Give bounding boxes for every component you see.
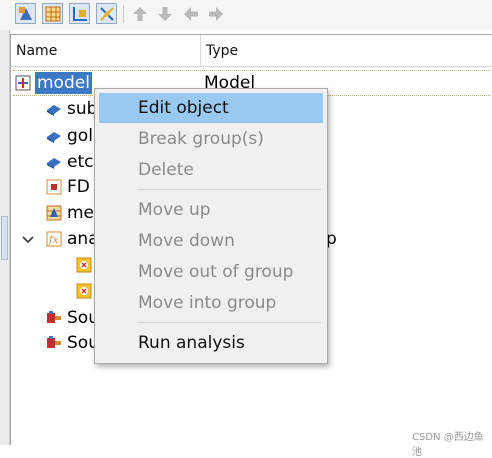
menu-item-move-down[interactable]: Move down	[99, 226, 323, 256]
model-icon	[15, 75, 31, 91]
menu-item-move-into-group[interactable]: Move into group	[99, 288, 323, 318]
toolbar-separator	[123, 5, 124, 23]
tree-row-label[interactable]: etc	[67, 152, 93, 172]
source-icon	[47, 336, 61, 348]
menu-item-move-up[interactable]: Move up	[99, 195, 323, 225]
menu-item-label: Edit object	[138, 98, 229, 118]
tree-row-label[interactable]: me	[67, 203, 94, 223]
monitor-icon	[76, 283, 92, 299]
menu-separator	[137, 322, 321, 323]
arrow-right-icon[interactable]	[206, 4, 226, 24]
menu-item-label: Move up	[138, 200, 211, 220]
toolbar	[0, 0, 492, 30]
menu-separator	[137, 189, 321, 190]
splitter-handle[interactable]	[1, 216, 8, 260]
structure-icon	[47, 105, 61, 116]
analysis-group-icon: fx	[46, 231, 62, 247]
column-header-type[interactable]: Type	[206, 43, 238, 59]
add-source-icon[interactable]	[96, 3, 117, 24]
menu-item-delete[interactable]: Delete	[99, 155, 323, 185]
arrow-left-icon[interactable]	[181, 4, 201, 24]
mesh-icon	[46, 205, 62, 221]
column-header-name[interactable]: Name	[16, 43, 57, 59]
arrow-up-icon[interactable]	[130, 4, 150, 24]
menu-item-run-analysis[interactable]: Run analysis	[99, 328, 323, 358]
menu-item-label: Move out of group	[138, 262, 294, 282]
structure-icon	[47, 158, 61, 169]
menu-item-label: Break group(s)	[138, 129, 264, 149]
menu-item-edit-object[interactable]: Edit object	[99, 93, 323, 123]
monitor-icon	[76, 257, 92, 273]
tree-header: Name Type	[11, 35, 492, 67]
context-menu: Edit object Break group(s) Delete Move u…	[94, 88, 328, 364]
left-splitter[interactable]	[0, 30, 10, 445]
add-monitor-icon[interactable]	[69, 3, 90, 24]
menu-item-label: Move down	[138, 231, 235, 251]
menu-item-break-groups[interactable]: Break group(s)	[99, 124, 323, 154]
menu-item-move-out-of-group[interactable]: Move out of group	[99, 257, 323, 287]
tree-row-label[interactable]: model	[35, 72, 92, 94]
tree-row-label[interactable]: FD	[67, 177, 90, 197]
add-structure-icon[interactable]	[15, 3, 36, 24]
column-divider[interactable]	[200, 35, 201, 66]
tree-row-label[interactable]: sub	[67, 99, 97, 119]
add-mesh-icon[interactable]	[42, 3, 63, 24]
source-icon	[47, 311, 61, 323]
structure-icon	[47, 132, 61, 143]
watermark: CSDN @西边鱼池	[412, 432, 484, 458]
fdtd-icon	[46, 179, 62, 195]
chevron-down-icon[interactable]	[20, 232, 36, 248]
menu-item-label: Run analysis	[138, 333, 245, 353]
svg-text:fx: fx	[48, 235, 59, 246]
menu-item-label: Move into group	[138, 293, 277, 313]
menu-item-label: Delete	[138, 160, 194, 180]
tree-row-label[interactable]: gol	[67, 126, 93, 146]
arrow-down-icon[interactable]	[155, 4, 175, 24]
